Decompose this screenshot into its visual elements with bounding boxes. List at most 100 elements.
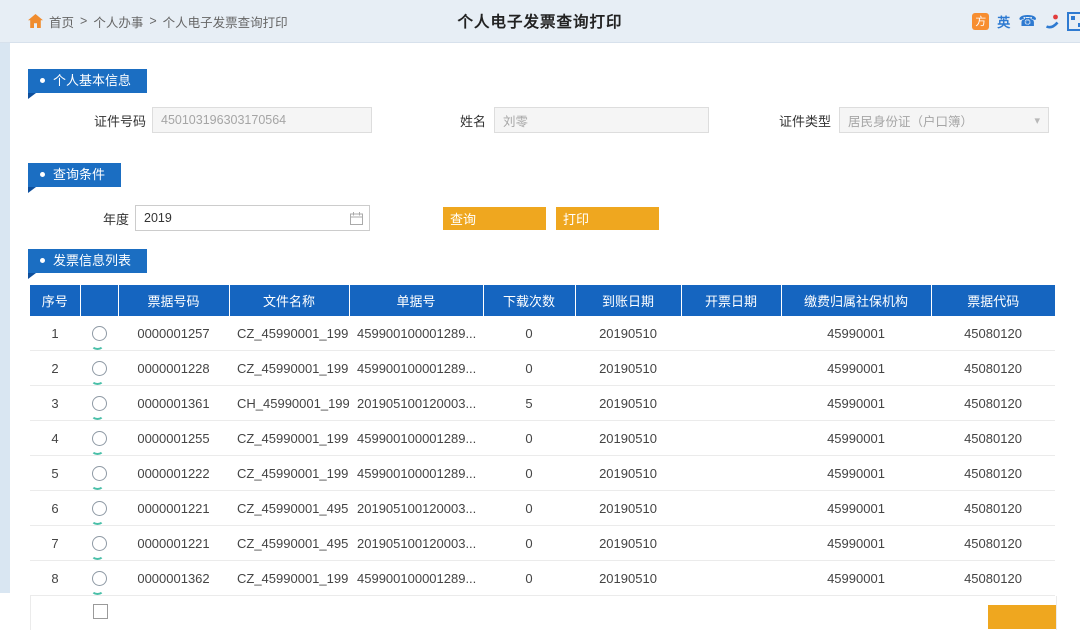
breadcrumb-item-personal[interactable]: 个人办事 — [93, 12, 143, 31]
cell-invoice-date — [681, 455, 781, 491]
id-type-field: 证件类型 居民身份证（户口簿） ▾ — [779, 107, 1050, 133]
home-icon[interactable] — [28, 14, 43, 28]
year-input[interactable] — [135, 205, 370, 231]
cell-radio — [80, 385, 118, 421]
invoice-row: 2 0000001228 CZ_45990001_199... 45990010000… — [30, 350, 1055, 386]
cell-radio — [80, 420, 118, 456]
cell-arrival-date: 20190510 — [575, 316, 681, 351]
column-header-arrival-date: 到账日期 — [575, 285, 682, 316]
cell-radio — [80, 316, 118, 351]
section-title: 个人基本信息 — [53, 73, 132, 88]
invoice-row: 7 0000001221 CZ_45990001_495... 20190510012… — [30, 525, 1055, 561]
cell-receipt-code: 45080120 — [931, 490, 1055, 526]
row-select-radio[interactable] — [90, 326, 107, 350]
cell-arrival-date: 20190510 — [575, 350, 681, 386]
cell-agency: 45990001 — [781, 560, 931, 596]
sitemap-icon[interactable] — [1067, 11, 1080, 31]
invoice-table: 序号 票据号码 文件名称 单据号 下载次数 到账日期 开票日期 缴费归属社保机构 票据代码 1 0… — [30, 285, 1055, 596]
id-type-label: 证件类型 — [779, 113, 832, 129]
cell-doc-no: 201905100120003... — [349, 385, 483, 421]
invoice-row: 1 0000001257 CZ_45990001_199... 45990010000… — [30, 316, 1055, 351]
left-edge-strip — [0, 43, 10, 593]
cell-receipt-code: 45080120 — [931, 316, 1055, 351]
cell-receipt-code: 45080120 — [931, 350, 1055, 386]
cell-serial: 7 — [30, 525, 80, 561]
cell-invoice-date — [681, 560, 781, 596]
section-header-query: 查询条件 — [28, 163, 122, 193]
name-label: 姓名 — [460, 113, 487, 129]
cell-arrival-date: 20190510 — [575, 490, 681, 526]
cell-doc-no: 201905100120003... — [349, 525, 483, 561]
cell-receipt-no: 0000001228 — [118, 350, 229, 386]
chevron-down-icon: ▾ — [1034, 114, 1041, 127]
bullet-dot — [40, 172, 45, 177]
cell-file-name: CZ_45990001_199... — [229, 420, 349, 456]
row-select-radio[interactable] — [90, 361, 107, 385]
name-field: 姓名 — [460, 107, 710, 133]
search-button[interactable]: 查询 — [443, 206, 546, 230]
cell-receipt-no: 0000001222 — [118, 455, 229, 491]
hanzi-badge-icon[interactable]: 方 — [972, 12, 990, 30]
row-select-radio[interactable] — [90, 536, 107, 560]
cell-invoice-date — [681, 385, 781, 421]
cell-file-name: CZ_45990001_199... — [229, 350, 349, 386]
invoice-row: 5 0000001222 CZ_45990001_199... 45990010000… — [30, 455, 1055, 491]
english-toggle[interactable]: 英 — [997, 12, 1010, 31]
cell-radio — [80, 525, 118, 561]
breadcrumb-current: 个人电子发票查询打印 — [162, 15, 288, 30]
cell-arrival-date: 20190510 — [575, 455, 681, 491]
cell-file-name: CZ_45990001_199... — [229, 560, 349, 596]
id-type-select[interactable]: 居民身份证（户口簿） ▾ — [839, 107, 1050, 133]
cell-receipt-no: 0000001255 — [118, 420, 229, 456]
cell-doc-no: 459900100001289... — [349, 350, 483, 386]
row-select-radio[interactable] — [90, 466, 107, 490]
column-header-serial: 序号 — [30, 285, 81, 316]
cell-downloads: 0 — [483, 490, 575, 526]
cell-serial: 6 — [30, 490, 80, 526]
cell-downloads: 0 — [483, 420, 575, 456]
cell-receipt-no: 0000001221 — [118, 490, 229, 526]
basic-info-form: 证件号码 姓名 证件类型 居民身份证（户口簿） ▾ — [0, 107, 1080, 133]
cell-receipt-no: 0000001362 — [118, 560, 229, 596]
cell-doc-no: 459900100001289... — [349, 420, 483, 456]
section-title: 发票信息列表 — [53, 253, 132, 268]
cell-receipt-no: 0000001257 — [118, 316, 229, 351]
cell-agency: 45990001 — [781, 350, 931, 386]
column-header-receipt-code: 票据代码 — [931, 285, 1055, 316]
row-select-radio[interactable] — [90, 501, 107, 525]
cell-radio — [80, 350, 118, 386]
cell-invoice-date — [681, 316, 781, 351]
cell-receipt-code: 45080120 — [931, 560, 1055, 596]
column-header-downloads: 下载次数 — [483, 285, 576, 316]
name-input[interactable] — [494, 107, 710, 133]
cell-arrival-date: 20190510 — [575, 420, 681, 456]
cell-serial: 1 — [30, 316, 80, 351]
cell-arrival-date: 20190510 — [575, 560, 681, 596]
row-select-radio[interactable] — [90, 396, 107, 420]
cell-downloads: 0 — [483, 455, 575, 491]
breadcrumb-home[interactable]: 首页 — [49, 12, 74, 31]
select-all-checkbox[interactable] — [93, 604, 108, 619]
phone-icon[interactable]: ☎ — [1018, 14, 1037, 29]
calendar-icon[interactable] — [350, 212, 363, 225]
column-header-agency: 缴费归属社保机构 — [781, 285, 932, 316]
row-select-radio[interactable] — [90, 431, 107, 455]
row-select-radio[interactable] — [90, 571, 107, 595]
cell-file-name: CH_45990001_199... — [229, 385, 349, 421]
cell-radio — [80, 455, 118, 491]
id-number-field: 证件号码 — [30, 107, 372, 133]
cell-downloads: 0 — [483, 560, 575, 596]
cell-agency: 45990001 — [781, 525, 931, 561]
id-type-value: 居民身份证（户口簿） — [848, 114, 974, 129]
print-button[interactable]: 打印 — [556, 206, 659, 230]
cell-agency: 45990001 — [781, 420, 931, 456]
table-header-row: 序号 票据号码 文件名称 单据号 下载次数 到账日期 开票日期 缴费归属社保机构 票据代码 — [30, 285, 1055, 316]
column-header-file-name: 文件名称 — [229, 285, 350, 316]
year-input-wrap — [135, 205, 370, 231]
breadcrumb: 首页 > 个人办事 > 个人电子发票查询打印 — [28, 12, 288, 31]
id-number-input[interactable] — [152, 107, 372, 133]
cell-receipt-code: 45080120 — [931, 455, 1055, 491]
footer-action-button[interactable] — [988, 605, 1056, 629]
accessibility-icon[interactable] — [1045, 14, 1059, 29]
topbar-icon-group: 方 英 ☎ — [972, 0, 1080, 42]
